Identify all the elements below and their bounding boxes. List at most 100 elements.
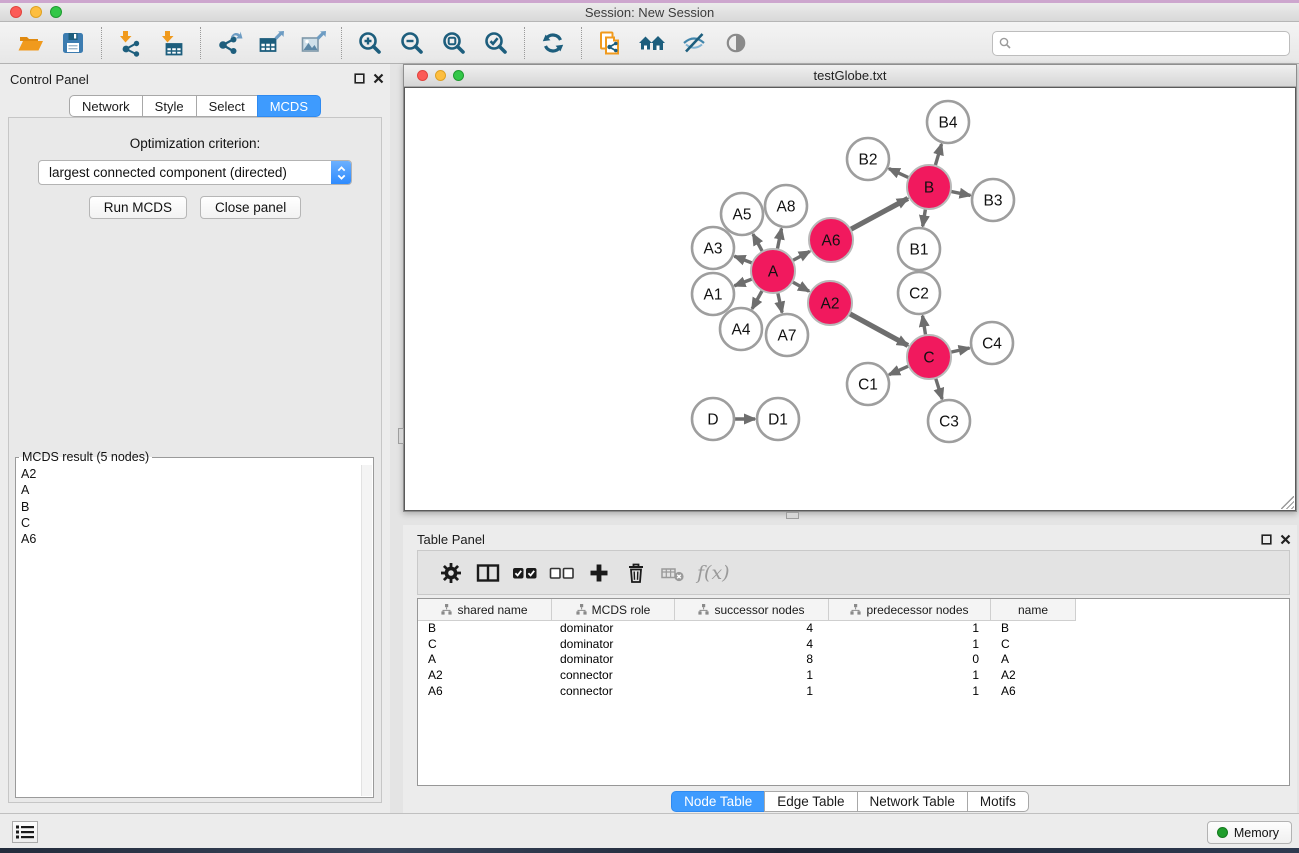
tab-style[interactable]: Style [142,95,197,117]
table-row[interactable]: Cdominator41C [418,637,1289,653]
open-session-button[interactable] [14,26,48,60]
graph-node-A3[interactable]: A3 [692,227,734,269]
close-window-button[interactable] [10,6,22,18]
table-cell[interactable]: connector [552,684,675,700]
node-table[interactable]: shared nameMCDS rolesuccessor nodesprede… [417,598,1290,786]
home-layout-button[interactable] [635,26,669,60]
table-cell[interactable]: B [991,621,1076,637]
tab-node-table[interactable]: Node Table [671,791,765,812]
memory-button[interactable]: Memory [1207,821,1292,844]
result-scrollbar[interactable] [361,465,372,796]
criterion-select[interactable]: largest connected component (directed) [38,160,352,185]
column-header-name[interactable]: name [991,599,1076,621]
graph-node-D1[interactable]: D1 [757,398,799,440]
import-table-button[interactable] [155,26,189,60]
table-cell[interactable]: A2 [991,668,1076,684]
function-builder-button[interactable]: f(x) [697,562,730,584]
table-settings-button[interactable] [432,557,469,589]
graph-node-A5[interactable]: A5 [721,193,763,235]
column-header-successor-nodes[interactable]: successor nodes [675,599,829,621]
delete-table-button[interactable] [654,557,691,589]
table-cell[interactable]: dominator [552,637,675,653]
graph-node-A8[interactable]: A8 [765,185,807,227]
zoom-window-button[interactable] [50,6,62,18]
zoom-selected-button[interactable] [479,26,513,60]
add-column-button[interactable] [580,557,617,589]
close-network-button[interactable] [417,70,428,81]
task-history-button[interactable] [12,821,38,843]
table-cell[interactable]: 1 [829,668,991,684]
graph-node-A[interactable]: A [751,249,795,293]
close-panel-icon[interactable] [373,73,384,84]
save-session-button[interactable] [56,26,90,60]
horizontal-splitter-handle[interactable] [786,512,799,519]
graph-node-A1[interactable]: A1 [692,273,734,315]
float-table-panel-icon[interactable] [1261,534,1272,545]
table-cell[interactable]: A2 [418,668,552,684]
table-cell[interactable]: 1 [829,637,991,653]
zoom-out-button[interactable] [395,26,429,60]
table-row[interactable]: Adominator80A [418,652,1289,668]
import-network-button[interactable] [113,26,147,60]
show-eye-button[interactable] [719,26,753,60]
mcds-result-item[interactable]: A2 [21,466,373,482]
graph-node-A4[interactable]: A4 [720,308,762,350]
tab-select[interactable]: Select [196,95,258,117]
float-panel-icon[interactable] [354,73,365,84]
table-cell[interactable]: A [418,652,552,668]
mcds-result-item[interactable]: C [21,515,373,531]
graph-node-A2[interactable]: A2 [808,281,852,325]
table-cell[interactable]: 1 [675,668,829,684]
network-window-titlebar[interactable]: testGlobe.txt [404,65,1296,87]
column-browser-button[interactable] [469,557,506,589]
graph-node-C[interactable]: C [907,335,951,379]
deselect-all-button[interactable] [543,557,580,589]
table-cell[interactable]: dominator [552,652,675,668]
export-network-button[interactable] [212,26,246,60]
table-cell[interactable]: 1 [829,684,991,700]
hide-selected-button[interactable] [677,26,711,60]
graph-node-C1[interactable]: C1 [847,363,889,405]
table-cell[interactable]: A6 [418,684,552,700]
vertical-splitter-handle[interactable] [398,428,404,444]
tab-edge-table[interactable]: Edge Table [764,791,857,812]
table-cell[interactable]: 4 [675,621,829,637]
column-header-predecessor-nodes[interactable]: predecessor nodes [829,599,991,621]
table-cell[interactable]: 0 [829,652,991,668]
table-row[interactable]: A2connector11A2 [418,668,1289,684]
delete-column-button[interactable] [617,557,654,589]
close-panel-button[interactable]: Close panel [200,196,301,219]
graph-node-C3[interactable]: C3 [928,400,970,442]
zoom-fit-button[interactable] [437,26,471,60]
network-canvas[interactable]: B4B2BB3A8A5A6A3B1AC2A1A2A4A7C4CC1DD1C3 [404,87,1296,511]
table-cell[interactable]: C [418,637,552,653]
table-cell[interactable]: B [418,621,552,637]
graph-node-C2[interactable]: C2 [898,272,940,314]
graph-node-D[interactable]: D [692,398,734,440]
graph-node-B3[interactable]: B3 [972,179,1014,221]
graph-node-C4[interactable]: C4 [971,322,1013,364]
table-row[interactable]: A6connector11A6 [418,684,1289,700]
graph-node-B[interactable]: B [907,165,951,209]
graph-node-B1[interactable]: B1 [898,228,940,270]
tab-motifs[interactable]: Motifs [967,791,1029,812]
tab-network-table[interactable]: Network Table [857,791,968,812]
table-cell[interactable]: dominator [552,621,675,637]
graph-node-A7[interactable]: A7 [766,314,808,356]
table-cell[interactable]: A6 [991,684,1076,700]
minimize-window-button[interactable] [30,6,42,18]
zoom-network-button[interactable] [453,70,464,81]
table-cell[interactable]: 4 [675,637,829,653]
graph-node-A6[interactable]: A6 [809,218,853,262]
zoom-in-button[interactable] [353,26,387,60]
tab-mcds[interactable]: MCDS [257,95,321,117]
column-header-shared-name[interactable]: shared name [418,599,552,621]
table-cell[interactable]: 1 [675,684,829,700]
column-header-mcds-role[interactable]: MCDS role [552,599,675,621]
table-cell[interactable]: connector [552,668,675,684]
mcds-result-item[interactable]: B [21,499,373,515]
run-mcds-button[interactable]: Run MCDS [89,196,187,219]
tab-network[interactable]: Network [69,95,143,117]
minimize-network-button[interactable] [435,70,446,81]
table-cell[interactable]: A [991,652,1076,668]
